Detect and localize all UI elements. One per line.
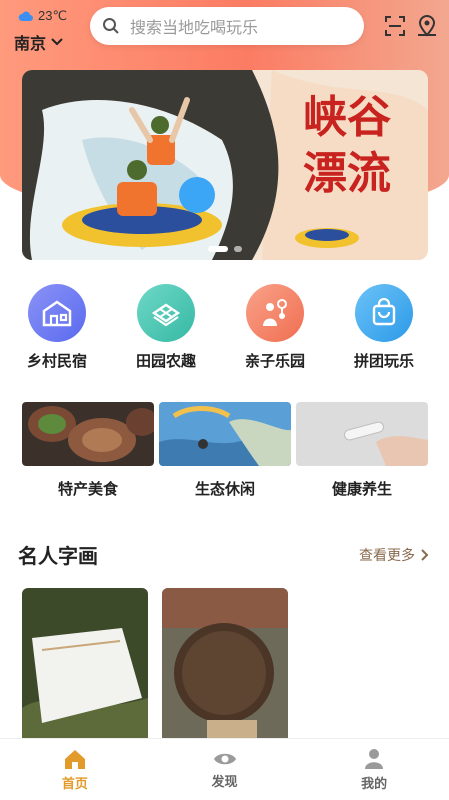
eye-icon (213, 753, 236, 764)
paragliding-image (159, 402, 291, 466)
artwork-image (162, 588, 288, 743)
header: 23℃ 南京 搜索当地吃喝玩乐 (0, 0, 449, 60)
banner-title-line1: 峡谷 (303, 92, 391, 143)
category-group-buy[interactable]: 拼团玩乐 (334, 280, 434, 371)
search-bar[interactable]: 搜索当地吃喝玩乐 (90, 7, 364, 45)
feature-row: 特产美食 生态休闲 健康养生 (0, 402, 449, 502)
feature-local-food[interactable]: 特产美食 (22, 402, 154, 499)
home-icon (64, 749, 85, 769)
category-farm[interactable]: 田园农趣 (116, 280, 216, 371)
feature-wellness[interactable]: 健康养生 (296, 402, 428, 499)
category-grid: 乡村民宿 田园农趣 亲子乐园 拼团玩乐 (0, 280, 449, 380)
feature-label: 健康养生 (331, 481, 392, 498)
see-more-link[interactable]: 查看更多 (359, 545, 429, 565)
food-image (22, 402, 154, 466)
weather: 23℃ (18, 8, 67, 24)
temperature: 23℃ (38, 8, 68, 23)
chevron-down-icon (51, 38, 63, 46)
search-input[interactable]: 搜索当地吃喝玩乐 (130, 14, 258, 38)
family-icon (246, 284, 304, 342)
section-title: 名人字画 (18, 546, 98, 568)
scan-icon[interactable] (384, 15, 406, 37)
category-label: 乡村民宿 (26, 353, 87, 370)
city-selector[interactable]: 南京 (14, 30, 63, 54)
shopping-bag-icon (355, 284, 413, 342)
carousel-dot-active (208, 246, 228, 252)
tab-discover[interactable]: 发现 (150, 739, 300, 800)
greenhouse-icon (137, 284, 195, 342)
artwork-card[interactable] (162, 588, 288, 743)
user-icon (365, 748, 384, 769)
tab-label: 发现 (211, 773, 238, 789)
artwork-image (22, 588, 148, 743)
feature-label: 生态休闲 (194, 481, 255, 498)
cloud-icon (18, 11, 33, 21)
banner-title: 峡谷 漂流 (277, 90, 417, 202)
carousel-dot (234, 246, 242, 252)
bottom-tab-bar: 首页 发现 我的 (0, 738, 449, 800)
category-family[interactable]: 亲子乐园 (225, 280, 325, 371)
promo-banner[interactable]: 峡谷 漂流 (22, 70, 428, 260)
category-homestay[interactable]: 乡村民宿 (7, 280, 107, 371)
location-pin-icon[interactable] (416, 15, 438, 37)
feature-label: 特产美食 (57, 481, 118, 498)
see-more-label: 查看更多 (359, 547, 415, 563)
wellness-image (296, 402, 428, 466)
banner-title-line2: 漂流 (303, 148, 391, 199)
chevron-right-icon (421, 549, 429, 561)
tab-profile[interactable]: 我的 (299, 739, 449, 800)
tab-home[interactable]: 首页 (0, 739, 150, 800)
category-label: 田园农趣 (135, 353, 196, 370)
category-label: 亲子乐园 (244, 353, 305, 370)
tab-label: 我的 (361, 775, 388, 791)
category-label: 拼团玩乐 (353, 353, 414, 370)
house-icon (28, 284, 86, 342)
carousel-indicator (22, 246, 428, 252)
city-name: 南京 (14, 36, 47, 53)
tab-label: 首页 (61, 775, 88, 791)
feature-eco-leisure[interactable]: 生态休闲 (159, 402, 291, 499)
search-icon (103, 18, 119, 34)
artwork-card[interactable] (22, 588, 148, 743)
